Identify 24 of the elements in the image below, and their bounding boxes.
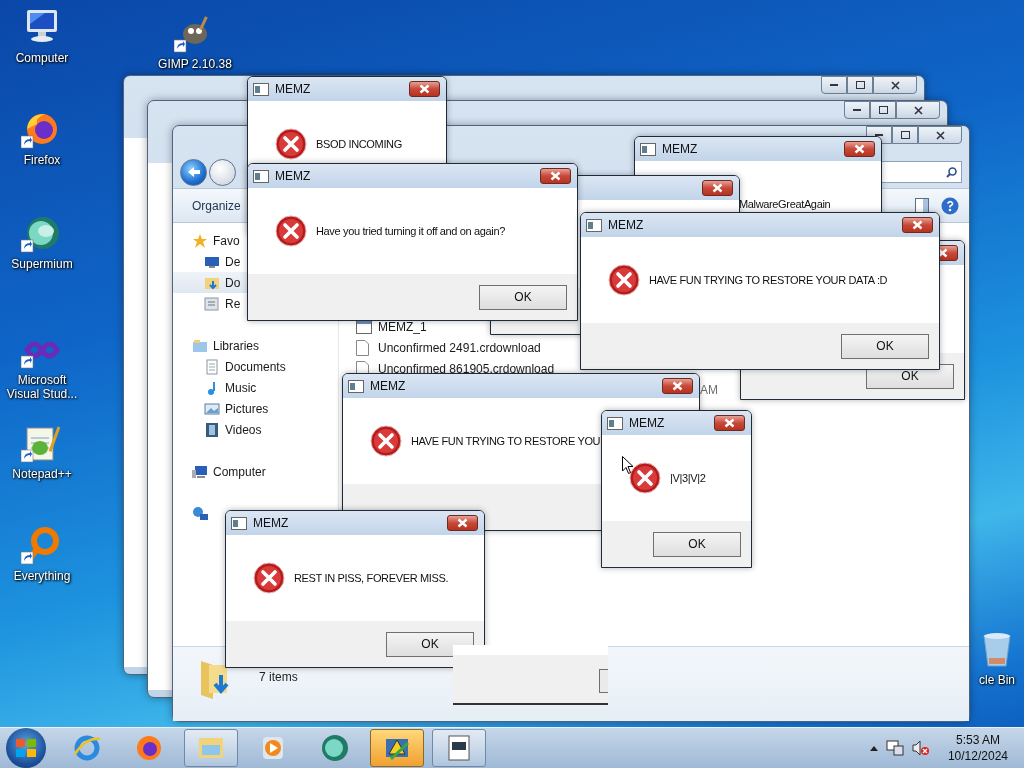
desktop-icon-label: Firefox — [23, 153, 61, 167]
window-title: MEMZ — [275, 82, 311, 96]
desktop-icon-label: cle Bin — [979, 673, 1015, 687]
window-title: MEMZ — [370, 379, 406, 393]
window-title: MEMZ — [608, 218, 644, 232]
dialog-message: REST IN PISS, FOREVER MISS. — [294, 572, 449, 584]
item-count: 7 items — [259, 670, 298, 684]
dialog-message: BSOD INCOMING — [316, 138, 402, 150]
window-title: MEMZ — [275, 169, 311, 183]
window-title: MEMZ — [253, 516, 289, 530]
desktop-icon-label: Supermium — [11, 257, 73, 271]
desktop-icon-label: Notepad++ — [12, 467, 72, 481]
desktop-icon-label: GIMP 2.10.38 — [158, 57, 232, 71]
desktop-icon-label: Computer — [15, 51, 69, 65]
window-title: MEMZ — [662, 142, 698, 156]
window-title: MEMZ — [629, 416, 665, 430]
dialog-message: HAVE FUN TRYING TO RESTORE YOUR DATA :D — [649, 274, 888, 286]
desktop-icon-label: Everything — [13, 569, 71, 583]
desktop-icon-label: Microsoft Visual Stud... — [5, 373, 79, 401]
dialog-message: Have you tried turning it off and on again? — [316, 225, 505, 237]
file-date: AM — [700, 382, 719, 397]
dialog-message: MalwareGreatAgain — [739, 198, 831, 210]
dialog-message: |V|3|V|2 — [670, 472, 706, 484]
dialog-message: HAVE FUN TRYING TO RESTORE YOU — [411, 435, 601, 447]
